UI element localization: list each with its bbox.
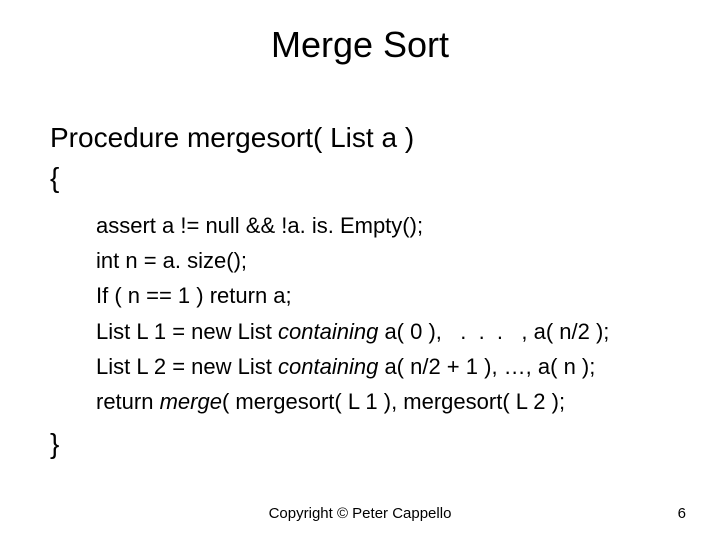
code-line: int n = a. size(); (96, 243, 609, 278)
code-text: a( n/2 + 1 ), …, a( n ); (378, 354, 595, 379)
code-italic: containing (278, 319, 378, 344)
brace-close: } (50, 428, 59, 460)
brace-open: { (50, 162, 59, 194)
code-text: return (96, 389, 160, 414)
procedure-signature: Procedure mergesort( List a ) (50, 122, 414, 154)
code-line: If ( n == 1 ) return a; (96, 278, 609, 313)
code-text: List L 2 = new List (96, 354, 278, 379)
slide: Merge Sort Procedure mergesort( List a )… (0, 0, 720, 540)
slide-title: Merge Sort (0, 24, 720, 66)
code-body: assert a != null && !a. is. Empty(); int… (96, 208, 609, 419)
code-line: return merge( mergesort( L 1 ), mergesor… (96, 384, 609, 419)
code-line: List L 2 = new List containing a( n/2 + … (96, 349, 609, 384)
page-number: 6 (678, 505, 686, 522)
code-italic: containing (278, 354, 378, 379)
code-text: a( 0 ), . . . , a( n/2 ); (378, 319, 609, 344)
code-text: List L 1 = new List (96, 319, 278, 344)
code-line: List L 1 = new List containing a( 0 ), .… (96, 314, 609, 349)
copyright-text: Copyright © Peter Cappello (0, 505, 720, 522)
code-line: assert a != null && !a. is. Empty(); (96, 208, 609, 243)
code-text: ( mergesort( L 1 ), mergesort( L 2 ); (222, 389, 565, 414)
code-italic: merge (160, 389, 222, 414)
